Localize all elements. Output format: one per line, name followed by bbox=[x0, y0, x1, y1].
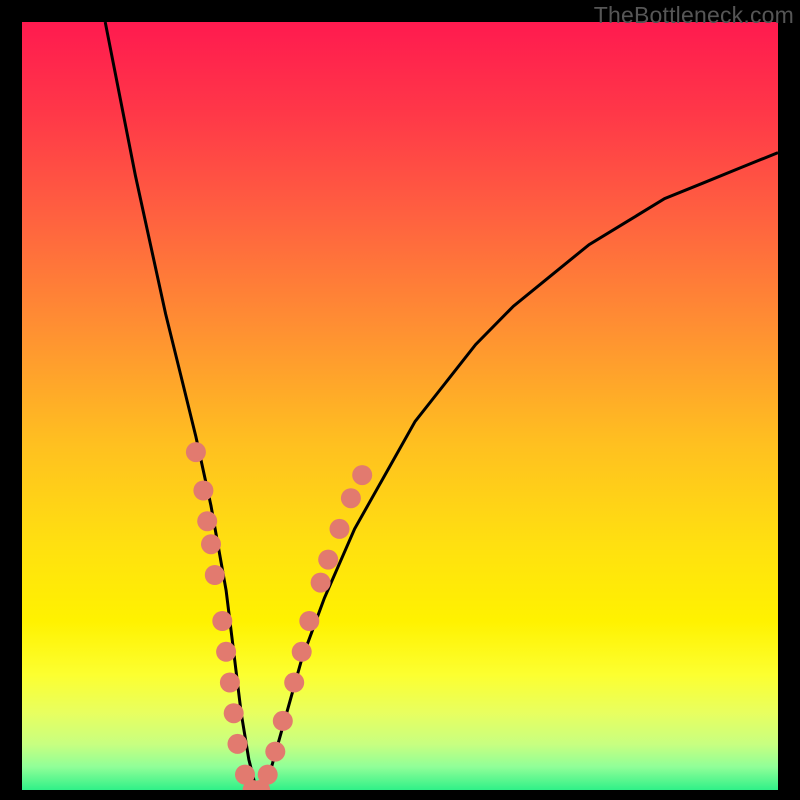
highlight-point bbox=[212, 611, 232, 631]
bottleneck-chart bbox=[22, 22, 778, 790]
highlight-point bbox=[224, 703, 244, 723]
highlight-point bbox=[330, 519, 350, 539]
highlight-point bbox=[228, 734, 248, 754]
highlight-point bbox=[205, 565, 225, 585]
highlight-point bbox=[311, 573, 331, 593]
highlight-point bbox=[284, 673, 304, 693]
highlight-point bbox=[341, 488, 361, 508]
highlight-point bbox=[201, 534, 221, 554]
highlight-point bbox=[216, 642, 236, 662]
highlight-point bbox=[299, 611, 319, 631]
highlight-point bbox=[292, 642, 312, 662]
highlight-point bbox=[352, 465, 372, 485]
highlight-point bbox=[258, 765, 278, 785]
highlight-point bbox=[193, 481, 213, 501]
highlight-point bbox=[186, 442, 206, 462]
highlight-point bbox=[273, 711, 293, 731]
highlight-point bbox=[197, 511, 217, 531]
gradient-background bbox=[22, 22, 778, 790]
highlight-point bbox=[318, 550, 338, 570]
chart-frame bbox=[22, 22, 778, 790]
highlight-point bbox=[220, 673, 240, 693]
highlight-point bbox=[265, 742, 285, 762]
